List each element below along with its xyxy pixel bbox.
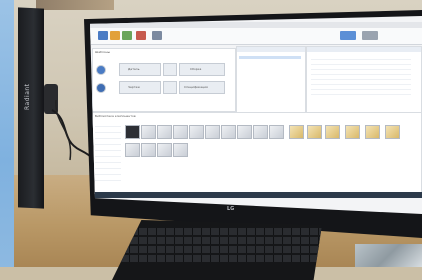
component-thumb[interactable] <box>307 125 322 139</box>
component-thumb[interactable] <box>125 143 140 157</box>
blue-edge-strip <box>0 0 14 267</box>
component-thumb[interactable] <box>289 125 304 139</box>
save-icon[interactable] <box>122 31 132 40</box>
assembly-icon[interactable] <box>163 63 177 76</box>
component-thumb[interactable] <box>141 143 156 157</box>
component-thumb[interactable] <box>189 125 204 139</box>
keyboard <box>112 220 322 280</box>
top-photo-fragment <box>36 0 114 10</box>
component-thumb[interactable] <box>157 125 172 139</box>
spec-tile[interactable]: Спецификация <box>179 81 225 94</box>
project-panel <box>236 46 306 114</box>
component-thumb[interactable] <box>325 125 340 139</box>
library-title: Библиотека компонентов <box>95 114 136 118</box>
key-row <box>112 255 322 262</box>
bottom-right-photo-fragment <box>355 244 422 267</box>
drawing-icon[interactable] <box>96 83 106 93</box>
assembly-tile[interactable]: Сборка <box>179 63 225 76</box>
templates-title: Шаблоны <box>95 50 110 54</box>
taskbar <box>90 192 422 198</box>
library-tree <box>95 121 121 185</box>
ribbon-toolbar <box>90 28 422 45</box>
part-icon[interactable] <box>96 65 106 75</box>
component-thumb[interactable] <box>269 125 284 139</box>
part-tile[interactable]: Деталь <box>119 63 161 76</box>
open-icon[interactable] <box>110 31 120 40</box>
selected-row[interactable] <box>239 56 301 59</box>
monitor-logo: LG <box>227 206 235 212</box>
component-thumb[interactable] <box>173 143 188 157</box>
spec-icon[interactable] <box>163 81 177 94</box>
component-thumb[interactable] <box>125 125 140 139</box>
properties-tabs <box>307 47 421 52</box>
templates-panel: Шаблоны Деталь Сборка Чертеж Спецификаци… <box>92 48 236 112</box>
drawing-tile[interactable]: Чертеж <box>119 81 161 94</box>
key-row <box>112 246 322 253</box>
library-panel: Библиотека компонентов <box>92 112 422 194</box>
component-thumb[interactable] <box>253 125 268 139</box>
key-row <box>112 237 322 244</box>
new-icon[interactable] <box>98 31 108 40</box>
component-thumb[interactable] <box>205 125 220 139</box>
component-thumb[interactable] <box>345 125 360 139</box>
properties-grid <box>311 55 411 95</box>
key-row <box>112 228 322 235</box>
component-thumb[interactable] <box>385 125 400 139</box>
close-icon[interactable] <box>136 31 146 40</box>
component-thumb[interactable] <box>141 125 156 139</box>
window-control[interactable] <box>340 31 356 40</box>
window-control[interactable] <box>362 31 378 40</box>
properties-panel <box>306 46 422 114</box>
settings-icon[interactable] <box>152 31 162 40</box>
monitor-screen: Шаблоны Деталь Сборка Чертеж Спецификаци… <box>90 16 422 214</box>
component-thumb[interactable] <box>157 143 172 157</box>
tab-strip <box>237 47 305 52</box>
component-thumb[interactable] <box>221 125 236 139</box>
component-thumb[interactable] <box>173 125 188 139</box>
side-monitor-brand: Radiant <box>24 83 31 110</box>
component-thumb[interactable] <box>365 125 380 139</box>
component-thumb[interactable] <box>237 125 252 139</box>
